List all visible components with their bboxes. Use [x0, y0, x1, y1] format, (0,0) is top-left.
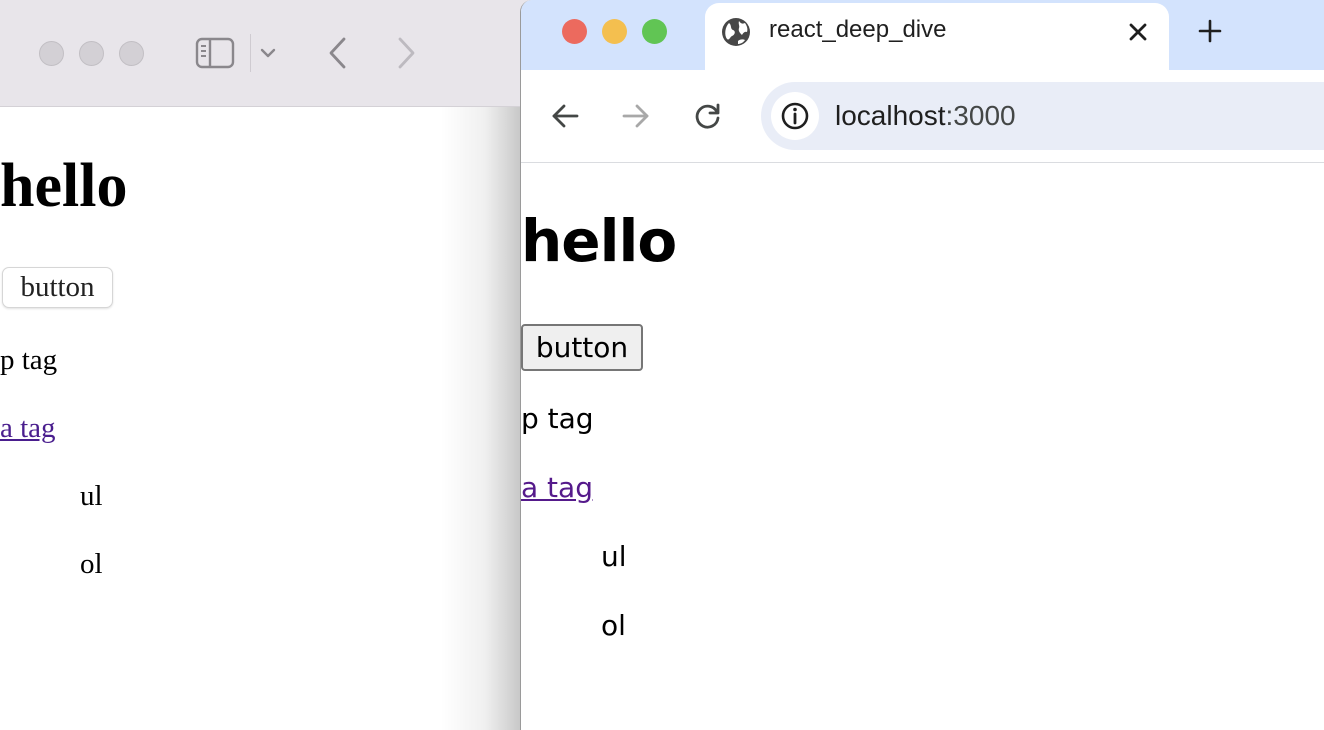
- url-host: localhost: [835, 100, 946, 131]
- page-link[interactable]: a tag: [521, 471, 593, 505]
- back-arrow-icon[interactable]: [320, 34, 354, 72]
- tab-react-deep-dive[interactable]: react_deep_dive: [705, 3, 1169, 70]
- globe-icon: [721, 17, 751, 47]
- info-icon[interactable]: [771, 92, 819, 140]
- chrome-page-content: hello button p tag a tag ul ol: [521, 164, 1324, 730]
- safari-toolbar: [0, 0, 540, 107]
- sidebar-icon[interactable]: [194, 36, 236, 70]
- plus-icon[interactable]: [1193, 14, 1227, 48]
- browser-toolbar: localhost:3000: [521, 70, 1324, 163]
- ordered-list-item: ol: [80, 548, 103, 580]
- traffic-light-maximize[interactable]: [642, 19, 667, 44]
- page-link[interactable]: a tag: [0, 412, 56, 444]
- reload-icon[interactable]: [689, 97, 727, 135]
- paragraph-text: p tag: [0, 344, 58, 376]
- tab-strip: react_deep_dive: [521, 0, 1324, 70]
- page-heading: hello: [0, 152, 128, 220]
- forward-arrow-icon[interactable]: [617, 97, 655, 135]
- safari-window: hello button p tag a tag ul ol: [0, 0, 540, 730]
- toolbar-divider: [250, 34, 251, 72]
- window-shadow: [440, 107, 521, 730]
- traffic-light-minimize-inactive[interactable]: [79, 41, 104, 66]
- close-icon[interactable]: [1123, 17, 1153, 47]
- paragraph-text: p tag: [521, 402, 594, 435]
- traffic-light-close[interactable]: [562, 19, 587, 44]
- traffic-light-close-inactive[interactable]: [39, 41, 64, 66]
- page-heading: hello: [521, 207, 677, 275]
- page-button[interactable]: button: [521, 324, 643, 371]
- chrome-window: react_deep_dive localhost:3000 hello but…: [520, 0, 1324, 730]
- tab-title: react_deep_dive: [769, 16, 947, 43]
- unordered-list-item: ul: [80, 480, 103, 512]
- address-bar[interactable]: localhost:3000: [761, 82, 1324, 150]
- url-text[interactable]: localhost:3000: [835, 99, 1016, 133]
- chevron-down-icon[interactable]: [256, 42, 280, 64]
- traffic-light-minimize[interactable]: [602, 19, 627, 44]
- forward-arrow-icon[interactable]: [390, 34, 424, 72]
- ordered-list-item: ol: [601, 609, 626, 642]
- page-button[interactable]: button: [2, 267, 113, 308]
- back-arrow-icon[interactable]: [546, 97, 584, 135]
- unordered-list-item: ul: [601, 540, 627, 573]
- traffic-light-maximize-inactive[interactable]: [119, 41, 144, 66]
- url-port: :3000: [945, 100, 1016, 131]
